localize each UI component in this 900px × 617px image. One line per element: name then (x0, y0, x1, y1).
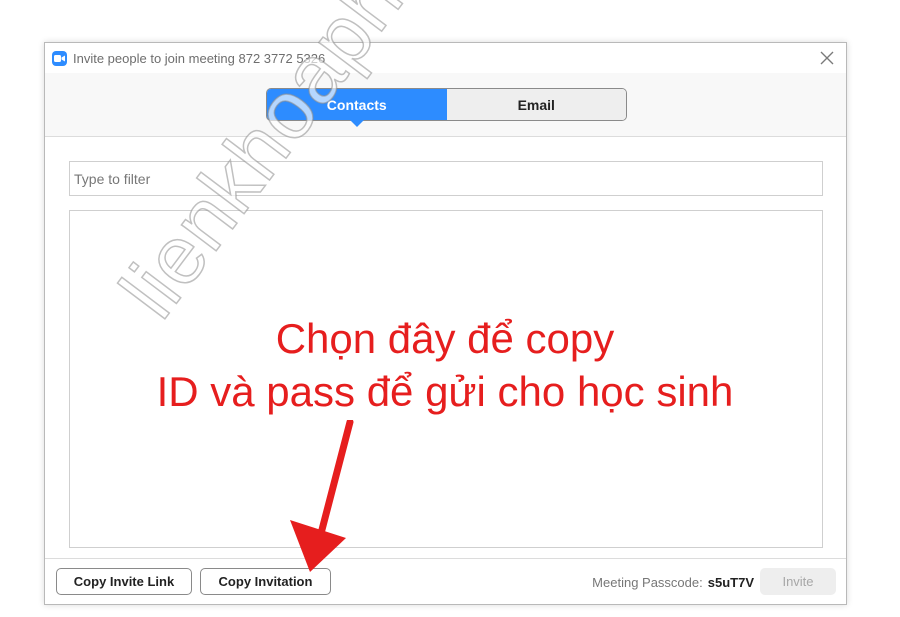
page: Invite people to join meeting 872 3772 5… (0, 0, 900, 617)
annotation-line-2: ID và pass để gửi cho học sinh (156, 368, 734, 415)
passcode-value: s5uT7V (707, 575, 754, 590)
passcode-label: Meeting Passcode: (592, 575, 703, 590)
meeting-passcode: Meeting Passcode: s5uT7V (592, 575, 754, 590)
tab-email[interactable]: Email (446, 89, 626, 120)
tab-header: Contacts Email (45, 73, 846, 137)
zoom-video-icon (52, 51, 67, 66)
copy-invite-link-button[interactable]: Copy Invite Link (56, 568, 192, 595)
invite-button[interactable]: Invite (760, 568, 836, 595)
title-bar: Invite people to join meeting 872 3772 5… (45, 43, 846, 73)
dialog-footer: Copy Invite Link Copy Invitation Meeting… (45, 558, 846, 604)
red-arrow-icon (280, 418, 360, 585)
close-icon[interactable] (818, 49, 836, 67)
annotation-text: Chọn đây để copy ID và pass để gửi cho h… (150, 312, 740, 418)
annotation-line-1: Chọn đây để copy (275, 315, 615, 362)
